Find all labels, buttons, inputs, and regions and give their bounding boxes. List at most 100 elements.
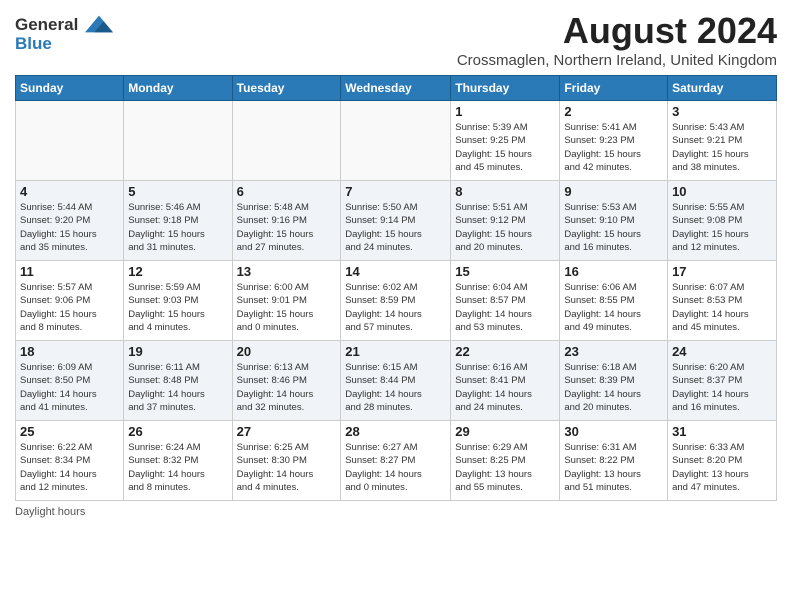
calendar-cell-25: 25 Sunrise: 6:22 AM Sunset: 8:34 PM Dayli… bbox=[16, 421, 124, 501]
day-number: 21 bbox=[345, 344, 446, 359]
col-header-saturday: Saturday bbox=[668, 76, 777, 101]
calendar-week-4: 18Sunrise: 6:09 AM Sunset: 8:50 PM Dayli… bbox=[16, 341, 777, 421]
col-header-friday: Friday bbox=[560, 76, 668, 101]
day-number: 4 bbox=[20, 184, 119, 199]
day-info: Sunrise: 6:20 AM Sunset: 8:37 PM Dayligh… bbox=[672, 361, 772, 414]
calendar-week-1: 1 Sunrise: 5:39 AM Sunset: 9:25 PM Daylig… bbox=[16, 101, 777, 181]
day-number: 31 bbox=[672, 424, 772, 439]
calendar: SundayMondayTuesdayWednesdayThursdayFrid… bbox=[15, 75, 777, 501]
calendar-cell-empty bbox=[341, 101, 451, 181]
calendar-cell-11: 11Sunrise: 5:57 AM Sunset: 9:06 PM Dayli… bbox=[16, 261, 124, 341]
day-info: Sunrise: 6:15 AM Sunset: 8:44 PM Dayligh… bbox=[345, 361, 446, 414]
col-header-wednesday: Wednesday bbox=[341, 76, 451, 101]
calendar-cell-16: 16 Sunrise: 6:06 AM Sunset: 8:55 PM Dayli… bbox=[560, 261, 668, 341]
day-info: Sunrise: 6:00 AM Sunset: 9:01 PM Dayligh… bbox=[237, 281, 337, 334]
day-info: Sunrise: 5:48 AM Sunset: 9:16 PM Dayligh… bbox=[237, 201, 337, 254]
day-info: Sunrise: 6:31 AM Sunset: 8:22 PM Dayligh… bbox=[564, 441, 663, 494]
subtitle: Crossmaglen, Northern Ireland, United Ki… bbox=[457, 52, 777, 69]
day-info: Sunrise: 6:13 AM Sunset: 8:46 PM Dayligh… bbox=[237, 361, 337, 414]
day-number: 8 bbox=[455, 184, 555, 199]
day-info: Sunrise: 6:09 AM Sunset: 8:50 PM Dayligh… bbox=[20, 361, 119, 414]
day-number: 10 bbox=[672, 184, 772, 199]
day-number: 22 bbox=[455, 344, 555, 359]
day-number: 5 bbox=[128, 184, 227, 199]
day-info: Sunrise: 6:33 AM Sunset: 8:20 PM Dayligh… bbox=[672, 441, 772, 494]
calendar-cell-23: 23 Sunrise: 6:18 AM Sunset: 8:39 PM Dayli… bbox=[560, 341, 668, 421]
day-number: 29 bbox=[455, 424, 555, 439]
calendar-cell-14: 14Sunrise: 6:02 AM Sunset: 8:59 PM Dayli… bbox=[341, 261, 451, 341]
calendar-cell-26: 26 Sunrise: 6:24 AM Sunset: 8:32 PM Dayli… bbox=[124, 421, 232, 501]
day-info: Sunrise: 6:18 AM Sunset: 8:39 PM Dayligh… bbox=[564, 361, 663, 414]
col-header-tuesday: Tuesday bbox=[232, 76, 341, 101]
day-number: 23 bbox=[564, 344, 663, 359]
day-info: Sunrise: 6:02 AM Sunset: 8:59 PM Dayligh… bbox=[345, 281, 446, 334]
day-info: Sunrise: 5:55 AM Sunset: 9:08 PM Dayligh… bbox=[672, 201, 772, 254]
day-number: 25 bbox=[20, 424, 119, 439]
col-header-sunday: Sunday bbox=[16, 76, 124, 101]
calendar-cell-29: 29 Sunrise: 6:29 AM Sunset: 8:25 PM Dayli… bbox=[451, 421, 560, 501]
calendar-cell-15: 15 Sunrise: 6:04 AM Sunset: 8:57 PM Dayli… bbox=[451, 261, 560, 341]
calendar-cell-1: 1 Sunrise: 5:39 AM Sunset: 9:25 PM Daylig… bbox=[451, 101, 560, 181]
day-info: Sunrise: 6:04 AM Sunset: 8:57 PM Dayligh… bbox=[455, 281, 555, 334]
day-info: Sunrise: 6:27 AM Sunset: 8:27 PM Dayligh… bbox=[345, 441, 446, 494]
calendar-cell-7: 7 Sunrise: 5:50 AM Sunset: 9:14 PM Daylig… bbox=[341, 181, 451, 261]
day-number: 13 bbox=[237, 264, 337, 279]
calendar-cell-24: 24 Sunrise: 6:20 AM Sunset: 8:37 PM Dayli… bbox=[668, 341, 777, 421]
calendar-cell-21: 21 Sunrise: 6:15 AM Sunset: 8:44 PM Dayli… bbox=[341, 341, 451, 421]
logo-icon bbox=[85, 10, 113, 38]
day-number: 28 bbox=[345, 424, 446, 439]
day-info: Sunrise: 5:39 AM Sunset: 9:25 PM Dayligh… bbox=[455, 121, 555, 174]
day-number: 3 bbox=[672, 104, 772, 119]
calendar-cell-12: 12 Sunrise: 5:59 AM Sunset: 9:03 PM Dayli… bbox=[124, 261, 232, 341]
calendar-cell-4: 4 Sunrise: 5:44 AM Sunset: 9:20 PM Daylig… bbox=[16, 181, 124, 261]
day-info: Sunrise: 5:43 AM Sunset: 9:21 PM Dayligh… bbox=[672, 121, 772, 174]
day-info: Sunrise: 5:59 AM Sunset: 9:03 PM Dayligh… bbox=[128, 281, 227, 334]
calendar-cell-empty bbox=[232, 101, 341, 181]
footer-text: Daylight hours bbox=[15, 506, 85, 518]
day-number: 24 bbox=[672, 344, 772, 359]
day-info: Sunrise: 5:44 AM Sunset: 9:20 PM Dayligh… bbox=[20, 201, 119, 254]
calendar-cell-10: 10 Sunrise: 5:55 AM Sunset: 9:08 PM Dayli… bbox=[668, 181, 777, 261]
day-number: 26 bbox=[128, 424, 227, 439]
calendar-cell-empty bbox=[16, 101, 124, 181]
calendar-cell-31: 31 Sunrise: 6:33 AM Sunset: 8:20 PM Dayli… bbox=[668, 421, 777, 501]
day-number: 27 bbox=[237, 424, 337, 439]
day-number: 9 bbox=[564, 184, 663, 199]
day-info: Sunrise: 6:06 AM Sunset: 8:55 PM Dayligh… bbox=[564, 281, 663, 334]
day-number: 19 bbox=[128, 344, 227, 359]
day-info: Sunrise: 6:29 AM Sunset: 8:25 PM Dayligh… bbox=[455, 441, 555, 494]
calendar-cell-6: 6Sunrise: 5:48 AM Sunset: 9:16 PM Daylig… bbox=[232, 181, 341, 261]
calendar-cell-9: 9 Sunrise: 5:53 AM Sunset: 9:10 PM Daylig… bbox=[560, 181, 668, 261]
day-info: Sunrise: 6:22 AM Sunset: 8:34 PM Dayligh… bbox=[20, 441, 119, 494]
day-number: 2 bbox=[564, 104, 663, 119]
logo: General Blue bbox=[15, 14, 113, 54]
day-info: Sunrise: 6:11 AM Sunset: 8:48 PM Dayligh… bbox=[128, 361, 227, 414]
day-info: Sunrise: 5:53 AM Sunset: 9:10 PM Dayligh… bbox=[564, 201, 663, 254]
day-info: Sunrise: 6:07 AM Sunset: 8:53 PM Dayligh… bbox=[672, 281, 772, 334]
main-title: August 2024 bbox=[457, 10, 777, 52]
day-number: 7 bbox=[345, 184, 446, 199]
day-number: 16 bbox=[564, 264, 663, 279]
footer: Daylight hours bbox=[15, 506, 777, 518]
day-number: 12 bbox=[128, 264, 227, 279]
day-number: 20 bbox=[237, 344, 337, 359]
day-number: 1 bbox=[455, 104, 555, 119]
calendar-cell-22: 22 Sunrise: 6:16 AM Sunset: 8:41 PM Dayli… bbox=[451, 341, 560, 421]
calendar-cell-28: 28 Sunrise: 6:27 AM Sunset: 8:27 PM Dayli… bbox=[341, 421, 451, 501]
day-info: Sunrise: 5:41 AM Sunset: 9:23 PM Dayligh… bbox=[564, 121, 663, 174]
calendar-week-3: 11Sunrise: 5:57 AM Sunset: 9:06 PM Dayli… bbox=[16, 261, 777, 341]
header: General Blue August 2024 Crossmaglen, No… bbox=[15, 10, 777, 69]
calendar-cell-27: 27Sunrise: 6:25 AM Sunset: 8:30 PM Dayli… bbox=[232, 421, 341, 501]
calendar-week-2: 4 Sunrise: 5:44 AM Sunset: 9:20 PM Daylig… bbox=[16, 181, 777, 261]
day-info: Sunrise: 6:24 AM Sunset: 8:32 PM Dayligh… bbox=[128, 441, 227, 494]
calendar-cell-17: 17Sunrise: 6:07 AM Sunset: 8:53 PM Dayli… bbox=[668, 261, 777, 341]
day-info: Sunrise: 5:51 AM Sunset: 9:12 PM Dayligh… bbox=[455, 201, 555, 254]
calendar-week-5: 25 Sunrise: 6:22 AM Sunset: 8:34 PM Dayli… bbox=[16, 421, 777, 501]
day-number: 30 bbox=[564, 424, 663, 439]
day-info: Sunrise: 6:16 AM Sunset: 8:41 PM Dayligh… bbox=[455, 361, 555, 414]
calendar-header-row: SundayMondayTuesdayWednesdayThursdayFrid… bbox=[16, 76, 777, 101]
day-info: Sunrise: 5:57 AM Sunset: 9:06 PM Dayligh… bbox=[20, 281, 119, 334]
day-info: Sunrise: 5:50 AM Sunset: 9:14 PM Dayligh… bbox=[345, 201, 446, 254]
calendar-cell-5: 5Sunrise: 5:46 AM Sunset: 9:18 PM Daylig… bbox=[124, 181, 232, 261]
day-number: 15 bbox=[455, 264, 555, 279]
